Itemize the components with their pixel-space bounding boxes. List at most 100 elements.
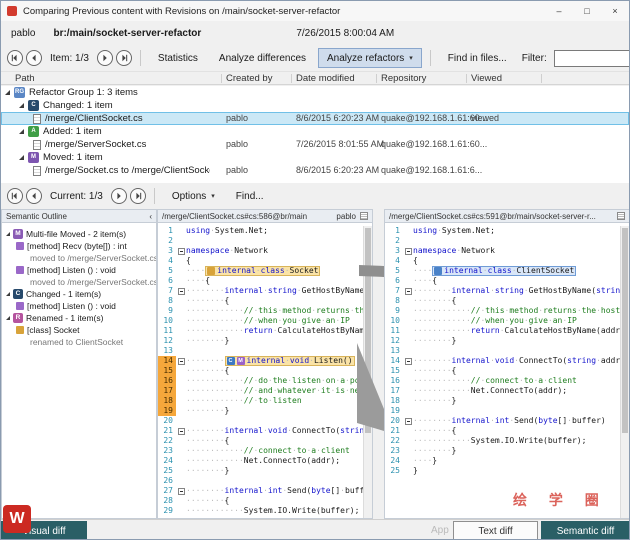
code-text: ············Net.ConnectTo(addr); bbox=[186, 456, 341, 465]
change-badge-icon[interactable] bbox=[207, 266, 216, 275]
column-created-by[interactable]: Created by bbox=[226, 72, 272, 85]
next-diff-button[interactable] bbox=[110, 188, 127, 204]
outline-item[interactable]: [method] Recv (byte[]) : int bbox=[2, 240, 156, 252]
outline-item[interactable]: moved to /merge/ServerSocket.cs bbox=[2, 252, 156, 264]
expander-icon[interactable] bbox=[5, 90, 10, 95]
code-line: 8 ········{ bbox=[158, 296, 372, 306]
last-diff-button[interactable] bbox=[129, 188, 146, 204]
line-number: 24 bbox=[163, 456, 173, 465]
line-number: 23 bbox=[390, 446, 400, 455]
line-number: 14 bbox=[390, 356, 400, 365]
find-in-files-button[interactable]: Find in files... bbox=[439, 48, 516, 68]
collapse-pane-button[interactable]: ‹ bbox=[149, 212, 152, 221]
line-number: 6 bbox=[395, 276, 400, 285]
column-repository[interactable]: Repository bbox=[381, 72, 426, 85]
previous-item-button[interactable] bbox=[26, 50, 42, 66]
statistics-button[interactable]: Statistics bbox=[149, 48, 207, 68]
find-button[interactable]: Find... bbox=[227, 186, 273, 206]
tree-row[interactable]: C Changed: 1 item bbox=[1, 99, 629, 112]
first-diff-button[interactable] bbox=[7, 188, 23, 204]
minimize-button[interactable]: – bbox=[545, 1, 573, 21]
options-button[interactable]: Options ▾ bbox=[163, 186, 224, 206]
text-diff-button[interactable]: Text diff bbox=[453, 521, 538, 539]
source-vertical-scrollbar[interactable] bbox=[363, 226, 372, 518]
column-viewed[interactable]: Viewed bbox=[471, 72, 502, 85]
semantic-diff-button[interactable]: Semantic diff bbox=[541, 521, 629, 539]
file-icon bbox=[33, 139, 41, 150]
previous-diff-button[interactable] bbox=[26, 188, 42, 204]
fold-toggle-icon[interactable] bbox=[176, 287, 186, 295]
fold-toggle-icon[interactable] bbox=[176, 357, 186, 365]
destination-vertical-scrollbar[interactable] bbox=[620, 226, 629, 518]
scrollbar-thumb[interactable] bbox=[622, 228, 628, 433]
outline-item[interactable]: R Renamed - 1 item(s) bbox=[2, 312, 156, 324]
toolbar-separator bbox=[429, 50, 431, 66]
expander-icon[interactable] bbox=[6, 232, 10, 236]
refactor-group-list[interactable]: RG Refactor Group 1: 3 items C Changed: 1 i… bbox=[1, 86, 629, 183]
file-row[interactable]: /merge/ServerSocket.cs pablo 7/26/2015 8:0… bbox=[1, 138, 629, 151]
fold-toggle-icon[interactable] bbox=[176, 247, 186, 255]
code-text: ········internal·void·ConnectTo(string·a… bbox=[186, 426, 372, 435]
fold-toggle-icon[interactable] bbox=[176, 427, 186, 435]
line-number: 10 bbox=[163, 316, 173, 325]
expander-icon[interactable] bbox=[19, 103, 24, 108]
outline-item[interactable]: [method] Listen () : void bbox=[2, 300, 156, 312]
code-line: 13 bbox=[158, 346, 372, 356]
line-number: 1 bbox=[168, 226, 173, 235]
expander-icon[interactable] bbox=[6, 292, 10, 296]
fold-toggle-icon[interactable] bbox=[403, 247, 413, 255]
code-text: ···· internal·class·Socket bbox=[186, 266, 321, 276]
diff-toolbar: Current: 1/3 Options ▾ Find... bbox=[1, 183, 629, 209]
change-badge-icon[interactable]: M bbox=[236, 356, 245, 365]
code-text: ········} bbox=[413, 446, 457, 455]
last-item-button[interactable] bbox=[115, 50, 132, 66]
file-row[interactable]: /merge/ClientSocket.cs pablo 8/6/2015 6:20… bbox=[1, 112, 629, 125]
code-line: 12 ········} bbox=[158, 336, 372, 346]
fold-toggle-icon[interactable] bbox=[403, 357, 413, 365]
fold-toggle-icon[interactable] bbox=[403, 417, 413, 425]
document-icon[interactable] bbox=[617, 212, 625, 220]
expander-icon[interactable] bbox=[19, 155, 24, 160]
analyze-differences-button[interactable]: Analyze differences bbox=[210, 48, 315, 68]
fold-toggle-icon[interactable] bbox=[403, 287, 413, 295]
change-badge-icon[interactable]: C bbox=[226, 356, 235, 365]
next-item-button[interactable] bbox=[96, 50, 113, 66]
code-line: 20 bbox=[158, 416, 372, 426]
diff-highlight: internal·class·Socket bbox=[205, 266, 321, 276]
outline-item[interactable]: [class] Socket bbox=[2, 324, 156, 336]
tree-row[interactable]: A Added: 1 item bbox=[1, 125, 629, 138]
change-badge-icon[interactable] bbox=[434, 266, 443, 275]
close-button[interactable]: × bbox=[601, 1, 629, 21]
line-number: 2 bbox=[395, 236, 400, 245]
window-title: Comparing Previous content with Revision… bbox=[23, 5, 341, 17]
code-text: ············return·CalculateHostByName(a… bbox=[186, 326, 372, 335]
outline-tree[interactable]: M Multi-file Moved - 2 item(s) [method] Re… bbox=[2, 226, 156, 518]
column-path[interactable]: Path bbox=[15, 72, 35, 85]
fold-toggle-icon[interactable] bbox=[176, 487, 186, 495]
outline-item[interactable]: moved to /merge/ServerSocket.cs bbox=[2, 276, 156, 288]
outline-item[interactable]: renamed to ClientSocket bbox=[2, 336, 156, 348]
maximize-button[interactable]: □ bbox=[573, 1, 601, 21]
expander-icon[interactable] bbox=[19, 129, 24, 134]
column-date-modified[interactable]: Date modified bbox=[296, 72, 355, 85]
tree-row[interactable]: RG Refactor Group 1: 3 items bbox=[1, 86, 629, 99]
first-item-button[interactable] bbox=[7, 50, 23, 66]
code-text: namespace·Network bbox=[186, 246, 268, 255]
line-number: 21 bbox=[390, 426, 400, 435]
source-code-editor[interactable]: 1 using·System.Net; 2 3 namespace·Network 4{5… bbox=[158, 226, 372, 518]
filter-input[interactable] bbox=[553, 49, 629, 67]
line-number: 13 bbox=[163, 346, 173, 355]
expander-icon[interactable] bbox=[6, 316, 10, 320]
tree-row[interactable]: M Moved: 1 item bbox=[1, 151, 629, 164]
row-label: Added: 1 item bbox=[43, 126, 102, 137]
outline-item[interactable]: [method] Listen () : void bbox=[2, 264, 156, 276]
outline-item[interactable]: C Changed - 1 item(s) bbox=[2, 288, 156, 300]
destination-code-editor[interactable]: 1 using·System.Net; 2 3 namespace·Network 4{5… bbox=[385, 226, 629, 518]
file-row[interactable]: /merge/Socket.cs to /merge/ClientSocket.… bbox=[1, 164, 629, 177]
document-icon[interactable] bbox=[360, 212, 368, 220]
scrollbar-thumb[interactable] bbox=[365, 228, 371, 433]
line-number: 15 bbox=[390, 366, 400, 375]
outline-item[interactable]: M Multi-file Moved - 2 item(s) bbox=[2, 228, 156, 240]
analyze-refactors-button[interactable]: Analyze refactors ▾ bbox=[318, 48, 422, 68]
line-number: 20 bbox=[163, 416, 173, 425]
